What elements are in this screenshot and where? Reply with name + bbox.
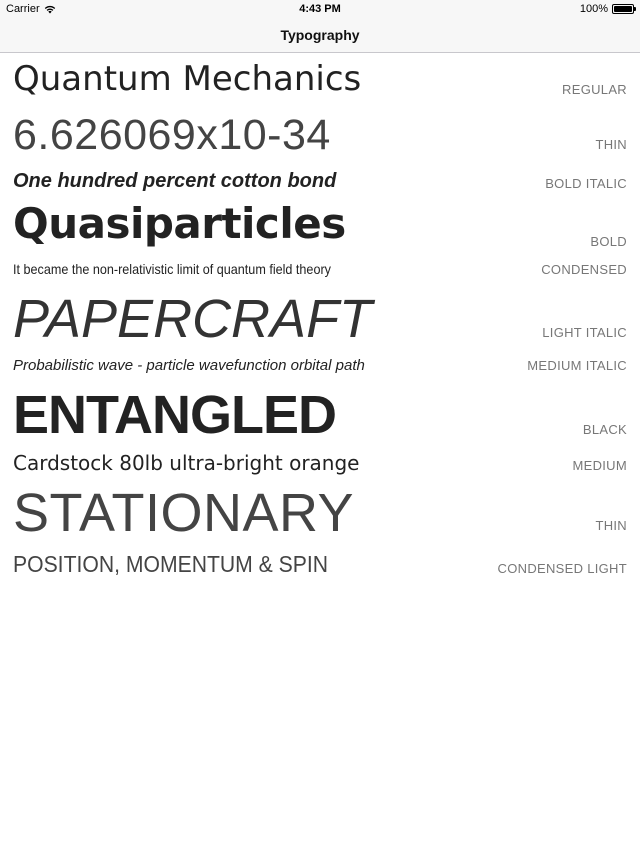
sample-text: PAPERCRAFT bbox=[13, 289, 373, 349]
typography-row: 6.626069x10-34 THIN bbox=[0, 110, 640, 159]
typography-row: POSITION, MOMENTUM & SPIN CONDENSED LIGH… bbox=[0, 550, 640, 578]
battery-fill bbox=[614, 6, 632, 12]
weight-label: BLACK bbox=[582, 422, 627, 437]
sample-text: STATIONARY bbox=[13, 483, 355, 543]
nav-title: Typography bbox=[280, 27, 360, 43]
typography-row: Probabilistic wave - particle wavefuncti… bbox=[0, 355, 640, 375]
battery-group: 100% bbox=[579, 3, 636, 15]
battery-percent: 100% bbox=[579, 3, 608, 15]
typography-row: STATIONARY THIN bbox=[0, 483, 640, 543]
weight-label: MEDIUM ITALIC bbox=[527, 358, 627, 373]
navigation-bar: Typography bbox=[0, 18, 640, 53]
typography-row: ENTANGLED BLACK bbox=[0, 385, 640, 445]
weight-label: LIGHT ITALIC bbox=[542, 325, 627, 340]
typography-row: Cardstock 80lb ultra-bright orange MEDIU… bbox=[0, 450, 640, 478]
status-bar: Carrier 4:43 PM 100% bbox=[0, 0, 640, 18]
sample-text: One hundred percent cotton bond bbox=[13, 170, 337, 192]
weight-label: THIN bbox=[595, 137, 627, 152]
typography-row: Quasiparticles BOLD bbox=[0, 201, 640, 251]
sample-text: Quasiparticles bbox=[13, 199, 346, 248]
sample-text: 6.626069x10-34 bbox=[13, 111, 331, 159]
sample-text: Quantum Mechanics bbox=[13, 59, 362, 99]
typography-row: One hundred percent cotton bond BOLD ITA… bbox=[0, 168, 640, 194]
sample-text: It became the non-relativistic limit of … bbox=[13, 261, 331, 277]
typography-row: It became the non-relativistic limit of … bbox=[0, 260, 640, 280]
weight-label: CONDENSED LIGHT bbox=[497, 561, 627, 576]
weight-label: CONDENSED bbox=[541, 262, 627, 277]
weight-label: THIN bbox=[595, 518, 627, 533]
sample-text: ENTANGLED bbox=[13, 385, 337, 445]
typography-row: Quantum Mechanics REGULAR bbox=[0, 60, 640, 100]
weight-label: REGULAR bbox=[562, 82, 627, 97]
sample-text: Cardstock 80lb ultra-bright orange bbox=[13, 451, 360, 475]
weight-label: MEDIUM bbox=[572, 458, 627, 473]
weight-label: BOLD ITALIC bbox=[545, 176, 627, 191]
typography-row: PAPERCRAFT LIGHT ITALIC bbox=[0, 289, 640, 349]
battery-icon bbox=[612, 4, 636, 14]
status-time: 4:43 PM bbox=[299, 3, 341, 15]
sample-text: Probabilistic wave - particle wavefuncti… bbox=[13, 357, 365, 374]
sample-text: POSITION, MOMENTUM & SPIN bbox=[13, 551, 329, 577]
weight-label: BOLD bbox=[590, 234, 627, 249]
